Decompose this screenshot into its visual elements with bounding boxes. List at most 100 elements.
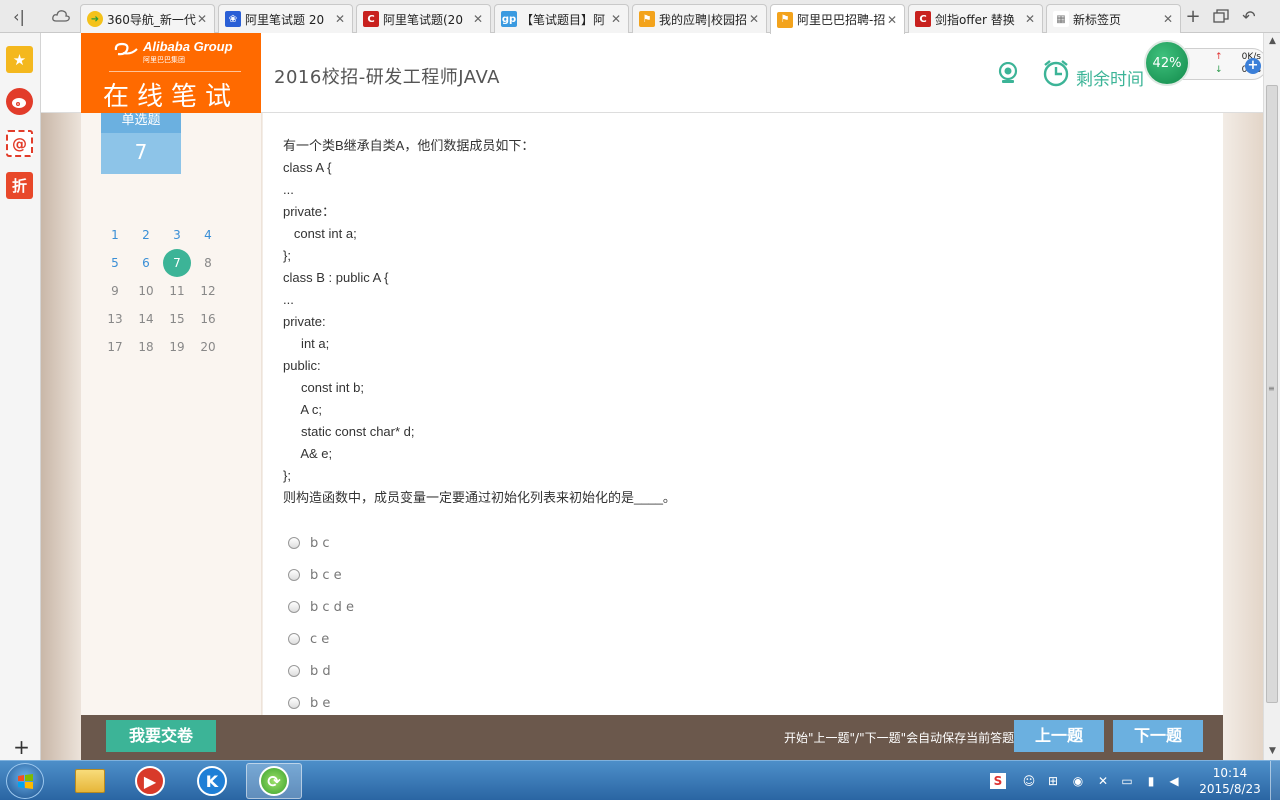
close-icon[interactable]: ✕ [472, 12, 484, 26]
show-desktop-button[interactable] [1270, 761, 1280, 800]
network-x-icon[interactable]: ✕ [1095, 773, 1111, 789]
question-number-15[interactable]: 15 [163, 305, 191, 333]
tab-title: 新标签页 [1073, 12, 1122, 27]
submit-exam-button[interactable]: 我要交卷 [106, 720, 216, 752]
tab-4[interactable]: gp 【笔试题目】阿 ✕ [494, 4, 629, 33]
start-button[interactable] [6, 763, 44, 799]
previous-question-button[interactable]: 上一题 [1014, 720, 1104, 752]
close-icon[interactable]: ✕ [1162, 12, 1174, 26]
question-number-8[interactable]: 8 [194, 249, 222, 277]
cloud-icon[interactable] [50, 5, 72, 27]
weibo-icon[interactable] [6, 88, 33, 115]
radio-button[interactable] [288, 601, 300, 613]
radio-button[interactable] [288, 569, 300, 581]
close-icon[interactable]: ✕ [886, 13, 898, 27]
media-player-taskbar-button[interactable]: ▶ [122, 763, 178, 799]
restore-window-icon[interactable] [1210, 5, 1232, 27]
sogou-ime-icon[interactable]: S [990, 773, 1006, 789]
answer-option[interactable]: c e [288, 629, 329, 649]
page-scrollbar[interactable]: ▲ ≡ ▼ [1263, 33, 1280, 760]
undo-close-icon[interactable]: ↶ [1238, 5, 1260, 27]
radio-button[interactable] [288, 665, 300, 677]
question-number-3[interactable]: 3 [163, 221, 191, 249]
taskbar-clock[interactable]: 10:14 2015/8/23 [1195, 765, 1265, 797]
question-number-2[interactable]: 2 [132, 221, 160, 249]
question-type-label: 单选题 [101, 113, 181, 133]
answer-option[interactable]: b e [288, 693, 330, 713]
360-browser-icon: ⟳ [259, 766, 289, 796]
tab-7[interactable]: C 剑指offer 替换 ✕ [908, 4, 1043, 33]
tab-1[interactable]: ➜ 360导航_新一代 ✕ [80, 4, 215, 33]
question-number-18[interactable]: 18 [132, 333, 160, 361]
close-icon[interactable]: ✕ [196, 12, 208, 26]
exam-title: 2016校招-研发工程师JAVA [274, 67, 500, 88]
scroll-thumb[interactable] [1266, 85, 1278, 703]
question-number-1[interactable]: 1 [101, 221, 129, 249]
webcam-icon [997, 61, 1019, 84]
360-icon: ➜ [87, 11, 103, 27]
question-number-20[interactable]: 20 [194, 333, 222, 361]
answer-option[interactable]: b c [288, 533, 330, 553]
question-line: static const char* d; [283, 424, 415, 439]
windows-flag-icon[interactable]: ⊞ [1045, 773, 1061, 789]
tab-8[interactable]: ▦ 新标签页 ✕ [1046, 4, 1181, 33]
close-icon[interactable]: ✕ [334, 12, 346, 26]
question-number-5[interactable]: 5 [101, 249, 129, 277]
question-number-7[interactable]: 7 [163, 249, 191, 277]
tab-title: 阿里笔试题(20 [383, 12, 463, 27]
scroll-up-icon[interactable]: ▲ [1264, 33, 1280, 50]
mail-at-icon[interactable]: @ [6, 130, 33, 157]
close-icon[interactable]: ✕ [610, 12, 622, 26]
question-number-12[interactable]: 12 [194, 277, 222, 305]
tab-6-active[interactable]: ⚑ 阿里巴巴招聘-招 ✕ [770, 4, 905, 34]
network-speed-widget[interactable]: ↑0K/s ↓0K/s + 42% [1144, 40, 1270, 86]
exam-page: Alibaba Group 阿里巴巴集团 在线笔试 2016校招-研发工程师JA… [41, 33, 1263, 760]
radio-button[interactable] [288, 633, 300, 645]
grid-icon: ▦ [1053, 11, 1069, 27]
question-number-16[interactable]: 16 [194, 305, 222, 333]
back-icon[interactable]: ‹| [8, 5, 30, 27]
current-question-number: 7 [134, 140, 148, 164]
question-line: const int b; [283, 380, 364, 395]
kugou-taskbar-button[interactable]: K [184, 763, 240, 799]
radio-button[interactable] [288, 537, 300, 549]
question-number-6[interactable]: 6 [132, 249, 160, 277]
question-number-19[interactable]: 19 [163, 333, 191, 361]
close-icon[interactable]: ✕ [748, 12, 760, 26]
speed-boost-icon[interactable]: + [1245, 58, 1261, 74]
tab-5[interactable]: ⚑ 我的应聘|校园招 ✕ [632, 4, 767, 33]
question-number-10[interactable]: 10 [132, 277, 160, 305]
question-number-11[interactable]: 11 [163, 277, 191, 305]
answer-option[interactable]: b c d e [288, 597, 354, 617]
tab-2[interactable]: ❀ 阿里笔试题 20 ✕ [218, 4, 353, 33]
question-number-14[interactable]: 14 [132, 305, 160, 333]
volume-muted-icon[interactable]: ◀ [1166, 773, 1182, 789]
next-question-button[interactable]: 下一题 [1113, 720, 1203, 752]
radio-button[interactable] [288, 697, 300, 709]
new-tab-icon[interactable]: + [1182, 5, 1204, 27]
security-icon[interactable]: ◉ [1070, 773, 1086, 789]
scroll-down-icon[interactable]: ▼ [1264, 743, 1280, 760]
360-browser-taskbar-button[interactable]: ⟳ [246, 763, 302, 799]
discount-icon[interactable]: 折 [6, 172, 33, 199]
signal-icon[interactable]: ▮ [1143, 773, 1159, 789]
emoji-icon[interactable]: ☺ [1021, 773, 1037, 789]
tab-3[interactable]: C 阿里笔试题(20 ✕ [356, 4, 491, 33]
alibaba-flag-icon: ⚑ [777, 11, 793, 28]
usb-icon[interactable]: ▭ [1119, 773, 1135, 789]
star-icon[interactable]: ★ [6, 46, 33, 73]
question-number-17[interactable]: 17 [101, 333, 129, 361]
k-icon: K [197, 766, 227, 796]
question-number-13[interactable]: 13 [101, 305, 129, 333]
question-number-9[interactable]: 9 [101, 277, 129, 305]
answer-option[interactable]: b c e [288, 565, 342, 585]
question-line: A& e; [283, 446, 333, 461]
add-sidebar-icon[interactable]: + [8, 733, 35, 760]
tab-title: 阿里巴巴招聘-招 [797, 13, 886, 27]
clock-time: 10:14 [1212, 766, 1248, 780]
close-icon[interactable]: ✕ [1024, 12, 1036, 26]
explorer-taskbar-button[interactable] [62, 763, 118, 799]
answer-option[interactable]: b d [288, 661, 331, 681]
tab-title: 阿里笔试题 20 [245, 12, 325, 27]
question-number-4[interactable]: 4 [194, 221, 222, 249]
